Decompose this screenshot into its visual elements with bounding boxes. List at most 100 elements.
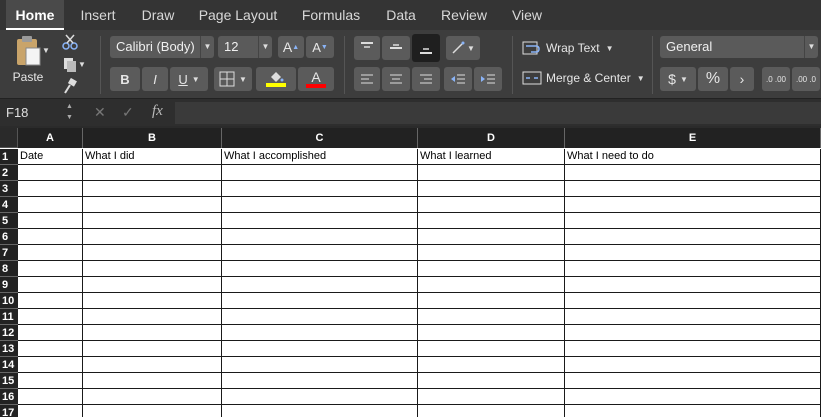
- cell-d12[interactable]: [418, 325, 565, 341]
- decrease-decimal-button[interactable]: .00 .0: [792, 67, 820, 91]
- cell-e12[interactable]: [565, 325, 821, 341]
- column-header-d[interactable]: D: [418, 128, 565, 148]
- cell-d14[interactable]: [418, 357, 565, 373]
- cell-d11[interactable]: [418, 309, 565, 325]
- row-header-4[interactable]: 4: [0, 197, 18, 213]
- cell-d6[interactable]: [418, 229, 565, 245]
- cell-c17[interactable]: [222, 405, 418, 417]
- grow-font-button[interactable]: A ▲: [278, 36, 304, 58]
- cell-b6[interactable]: [83, 229, 222, 245]
- tab-page-layout[interactable]: Page Layout: [192, 0, 284, 30]
- cell-e16[interactable]: [565, 389, 821, 405]
- cell-e7[interactable]: [565, 245, 821, 261]
- row-header-17[interactable]: 17: [0, 405, 18, 417]
- row-header-13[interactable]: 13: [0, 341, 18, 357]
- row-header-11[interactable]: 11: [0, 309, 18, 325]
- cell-c16[interactable]: [222, 389, 418, 405]
- cell-d9[interactable]: [418, 277, 565, 293]
- row-header-1[interactable]: 1: [0, 149, 18, 165]
- cell-c9[interactable]: [222, 277, 418, 293]
- cell-d2[interactable]: [418, 165, 565, 181]
- cell-b5[interactable]: [83, 213, 222, 229]
- cell-c6[interactable]: [222, 229, 418, 245]
- cell-c11[interactable]: [222, 309, 418, 325]
- bold-button[interactable]: B: [110, 67, 140, 91]
- cell-d15[interactable]: [418, 373, 565, 389]
- name-box-stepper-icon[interactable]: ▲ ▼: [66, 101, 73, 123]
- cell-c7[interactable]: [222, 245, 418, 261]
- cell-e15[interactable]: [565, 373, 821, 389]
- formula-input[interactable]: [175, 102, 821, 124]
- cell-b4[interactable]: [83, 197, 222, 213]
- cell-b13[interactable]: [83, 341, 222, 357]
- column-header-a[interactable]: A: [18, 128, 83, 148]
- cell-c14[interactable]: [222, 357, 418, 373]
- cell-c3[interactable]: [222, 181, 418, 197]
- comma-style-button[interactable]: ›: [730, 67, 754, 91]
- cell-e4[interactable]: [565, 197, 821, 213]
- cell-a15[interactable]: [18, 373, 83, 389]
- enter-icon[interactable]: ✓: [122, 104, 134, 121]
- cell-c8[interactable]: [222, 261, 418, 277]
- cell-d16[interactable]: [418, 389, 565, 405]
- paste-button[interactable]: Paste: [6, 34, 50, 94]
- align-center-button[interactable]: [382, 67, 410, 91]
- cell-a2[interactable]: [18, 165, 83, 181]
- copy-button[interactable]: ▼: [60, 54, 88, 74]
- italic-button[interactable]: I: [142, 67, 168, 91]
- cell-d1[interactable]: What I learned: [418, 149, 565, 165]
- align-right-button[interactable]: [412, 67, 440, 91]
- font-color-button[interactable]: A: [298, 67, 334, 91]
- cell-b16[interactable]: [83, 389, 222, 405]
- fill-color-button[interactable]: [256, 67, 296, 91]
- cell-d17[interactable]: [418, 405, 565, 417]
- tab-formulas[interactable]: Formulas: [294, 0, 368, 30]
- cell-a16[interactable]: [18, 389, 83, 405]
- cell-e17[interactable]: [565, 405, 821, 417]
- cell-e13[interactable]: [565, 341, 821, 357]
- align-bottom-button[interactable]: [412, 34, 440, 62]
- cell-d10[interactable]: [418, 293, 565, 309]
- cell-b17[interactable]: [83, 405, 222, 417]
- row-header-16[interactable]: 16: [0, 389, 18, 405]
- cell-c2[interactable]: [222, 165, 418, 181]
- cell-e9[interactable]: [565, 277, 821, 293]
- cell-a7[interactable]: [18, 245, 83, 261]
- row-header-12[interactable]: 12: [0, 325, 18, 341]
- cell-e11[interactable]: [565, 309, 821, 325]
- tab-view[interactable]: View: [504, 0, 550, 30]
- fx-icon[interactable]: fx: [152, 103, 163, 120]
- cell-d4[interactable]: [418, 197, 565, 213]
- column-header-b[interactable]: B: [83, 128, 222, 148]
- row-header-15[interactable]: 15: [0, 373, 18, 389]
- tab-insert[interactable]: Insert: [72, 0, 124, 30]
- cell-b10[interactable]: [83, 293, 222, 309]
- increase-indent-button[interactable]: [474, 67, 502, 91]
- cell-b8[interactable]: [83, 261, 222, 277]
- row-header-3[interactable]: 3: [0, 181, 18, 197]
- cell-e10[interactable]: [565, 293, 821, 309]
- cell-a14[interactable]: [18, 357, 83, 373]
- cell-a6[interactable]: [18, 229, 83, 245]
- cell-a4[interactable]: [18, 197, 83, 213]
- paste-dropdown-icon[interactable]: ▼: [42, 46, 50, 55]
- cell-d7[interactable]: [418, 245, 565, 261]
- font-name-dropdown[interactable]: Calibri (Body) ▼: [110, 36, 214, 58]
- increase-decimal-button[interactable]: .0 .00: [762, 67, 790, 91]
- cell-b15[interactable]: [83, 373, 222, 389]
- decrease-indent-button[interactable]: [444, 67, 472, 91]
- cell-a8[interactable]: [18, 261, 83, 277]
- cancel-icon[interactable]: ✕: [94, 104, 106, 121]
- cell-c13[interactable]: [222, 341, 418, 357]
- cell-b14[interactable]: [83, 357, 222, 373]
- row-header-7[interactable]: 7: [0, 245, 18, 261]
- cell-c4[interactable]: [222, 197, 418, 213]
- tab-draw[interactable]: Draw: [134, 0, 182, 30]
- underline-button[interactable]: U ▼: [170, 67, 208, 91]
- cell-d3[interactable]: [418, 181, 565, 197]
- cell-a17[interactable]: [18, 405, 83, 417]
- cell-b12[interactable]: [83, 325, 222, 341]
- cell-d13[interactable]: [418, 341, 565, 357]
- font-size-dropdown[interactable]: 12 ▼: [218, 36, 272, 58]
- tab-data[interactable]: Data: [378, 0, 424, 30]
